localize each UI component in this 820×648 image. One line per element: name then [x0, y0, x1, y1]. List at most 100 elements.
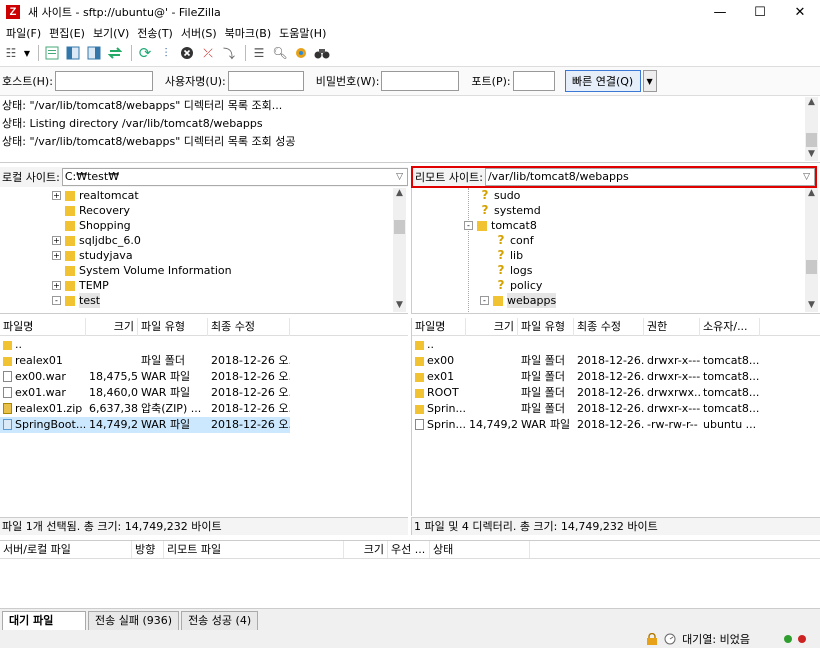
tree-item-policy[interactable]: ? policy	[496, 278, 543, 293]
menu-bookmarks[interactable]: 북마크(B)	[221, 25, 276, 41]
reconnect-icon[interactable]: ⤵	[220, 44, 238, 62]
column-size[interactable]: 크기	[344, 541, 388, 558]
menu-view[interactable]: 보기(V)	[89, 25, 133, 41]
disconnect-icon[interactable]: ⤫	[199, 44, 217, 62]
column-size[interactable]: 크기	[466, 317, 518, 336]
log-scroll-thumb[interactable]	[806, 133, 817, 147]
file-row[interactable]: ROOT 파일 폴더 2018-12-26... drwxrwx... tomc…	[412, 385, 820, 401]
chevron-down-icon[interactable]: ▽	[803, 169, 810, 185]
menu-help[interactable]: 도움말(H)	[275, 25, 330, 41]
column-filename[interactable]: 파일명	[412, 317, 466, 336]
speed-limit-icon[interactable]	[664, 633, 676, 645]
username-input[interactable]	[227, 71, 304, 91]
column-type[interactable]: 파일 유형	[138, 317, 208, 336]
maximize-button[interactable]: ☐	[740, 0, 780, 24]
log-scrollbar[interactable]: ▲ ▼	[805, 97, 818, 161]
minimize-button[interactable]: —	[700, 0, 740, 24]
expand-icon[interactable]: +	[52, 191, 61, 200]
sync-browse-icon[interactable]	[292, 44, 310, 62]
tree-item-webapps[interactable]: - webapps	[480, 293, 557, 308]
remote-tree-scrollbar[interactable]: ▲ ▼	[805, 188, 818, 312]
remote-path-input[interactable]: /var/lib/tomcat8/webapps ▽	[484, 168, 815, 186]
column-filename[interactable]: 파일명	[0, 317, 86, 336]
collapse-icon[interactable]: -	[52, 296, 61, 305]
file-row[interactable]: realex01 파일 폴더 2018-12-26 오...	[0, 353, 408, 369]
expand-icon[interactable]: +	[52, 281, 61, 290]
tab-successful-transfers[interactable]: 전송 성공 (4)	[181, 611, 259, 630]
tree-item-conf[interactable]: ? conf	[496, 233, 534, 248]
file-row[interactable]: ex00 파일 폴더 2018-12-26... drwxr-x--- tomc…	[412, 353, 820, 369]
tree-item-sudo[interactable]: ? sudo	[480, 188, 521, 203]
column-remote-file[interactable]: 리모트 파일	[164, 541, 344, 558]
remote-tree-scroll-thumb[interactable]	[806, 260, 817, 274]
toggle-log-icon[interactable]	[43, 44, 61, 62]
column-priority[interactable]: 우선 ...	[388, 541, 430, 558]
column-modified[interactable]: 최종 수정	[574, 317, 644, 336]
menu-file[interactable]: 파일(F)	[2, 25, 45, 41]
filter-icon[interactable]: ☰	[250, 44, 268, 62]
tree-item-tomcat8[interactable]: - tomcat8	[464, 218, 537, 233]
tree-item-shopping[interactable]: Shopping	[65, 218, 131, 233]
column-permissions[interactable]: 권한	[644, 317, 700, 336]
column-direction[interactable]: 방향	[132, 541, 164, 558]
scroll-down-icon[interactable]: ▼	[805, 300, 818, 312]
menu-server[interactable]: 서버(S)	[177, 25, 221, 41]
toggle-local-tree-icon[interactable]	[64, 44, 82, 62]
menu-edit[interactable]: 편집(E)	[45, 25, 89, 41]
password-input[interactable]	[381, 71, 460, 91]
scroll-down-icon[interactable]: ▼	[805, 149, 818, 161]
scroll-up-icon[interactable]: ▲	[805, 97, 818, 109]
column-modified[interactable]: 최종 수정	[208, 317, 290, 336]
file-row[interactable]: ..	[0, 337, 408, 353]
expand-icon[interactable]: +	[52, 251, 61, 260]
column-server-local-file[interactable]: 서버/로컬 파일	[0, 541, 132, 558]
file-row[interactable]: ex01.war 18,460,0... WAR 파일 2018-12-26 오…	[0, 385, 408, 401]
local-tree-scrollbar[interactable]: ▲ ▼	[393, 188, 406, 312]
tab-failed-transfers[interactable]: 전송 실패 (936)	[88, 611, 180, 630]
compare-icon[interactable]: 🔍︎	[271, 44, 289, 62]
tree-item-logs[interactable]: ? logs	[496, 263, 533, 278]
quickconnect-dropdown-button[interactable]: ▼	[642, 70, 657, 92]
tree-item-temp[interactable]: + TEMP	[52, 278, 109, 293]
file-row[interactable]: ..	[412, 337, 820, 353]
scroll-up-icon[interactable]: ▲	[393, 188, 406, 200]
tree-item-realtomcat[interactable]: + realtomcat	[52, 188, 139, 203]
port-input[interactable]	[512, 71, 555, 91]
column-owner[interactable]: 소유자/...	[700, 317, 760, 336]
refresh-icon[interactable]: ⟳	[136, 44, 154, 62]
collapse-icon[interactable]: -	[464, 221, 473, 230]
tree-item-lib[interactable]: ? lib	[496, 248, 524, 263]
host-input[interactable]	[54, 71, 153, 91]
tree-item-system-volume[interactable]: System Volume Information	[65, 263, 232, 278]
local-tree-scroll-thumb[interactable]	[394, 220, 405, 234]
column-status[interactable]: 상태	[430, 541, 530, 558]
file-row[interactable]: ex01 파일 폴더 2018-12-26... drwxr-x--- tomc…	[412, 369, 820, 385]
menu-transfer[interactable]: 전송(T)	[133, 25, 177, 41]
quickconnect-button[interactable]: 빠른 연결(Q)	[564, 70, 641, 92]
process-queue-icon[interactable]: ⫶	[157, 44, 175, 62]
tree-item-sqljdbc[interactable]: + sqljdbc_6.0	[52, 233, 141, 248]
tree-item-systemd[interactable]: ? systemd	[480, 203, 541, 218]
file-row[interactable]: ex00.war 18,475,5... WAR 파일 2018-12-26 오…	[0, 369, 408, 385]
search-icon[interactable]	[313, 44, 331, 62]
collapse-icon[interactable]: -	[480, 296, 489, 305]
tree-item-recovery[interactable]: Recovery	[65, 203, 130, 218]
column-size[interactable]: 크기	[86, 317, 138, 336]
local-path-input[interactable]: C:₩test₩ ▽	[61, 168, 408, 186]
scroll-up-icon[interactable]: ▲	[805, 188, 818, 200]
cancel-icon[interactable]	[178, 44, 196, 62]
tree-item-studyjava[interactable]: + studyjava	[52, 248, 133, 263]
site-manager-icon[interactable]: ☷	[2, 44, 20, 62]
file-row[interactable]: realex01.zip 6,637,383 압축(ZIP) ... 2018-…	[0, 401, 408, 417]
toggle-queue-icon[interactable]	[106, 44, 124, 62]
tab-queued-files[interactable]: 대기 파일	[2, 611, 86, 630]
site-manager-dropdown-icon[interactable]: ▼	[23, 44, 31, 62]
tree-item-test[interactable]: - test	[52, 293, 101, 308]
file-row-selected[interactable]: SpringBoot... 14,749,2... WAR 파일 2018-12…	[0, 417, 290, 433]
column-type[interactable]: 파일 유형	[518, 317, 574, 336]
scroll-down-icon[interactable]: ▼	[393, 300, 406, 312]
chevron-down-icon[interactable]: ▽	[396, 169, 403, 185]
close-button[interactable]: ✕	[780, 0, 820, 24]
expand-icon[interactable]: +	[52, 236, 61, 245]
toggle-remote-tree-icon[interactable]	[85, 44, 103, 62]
